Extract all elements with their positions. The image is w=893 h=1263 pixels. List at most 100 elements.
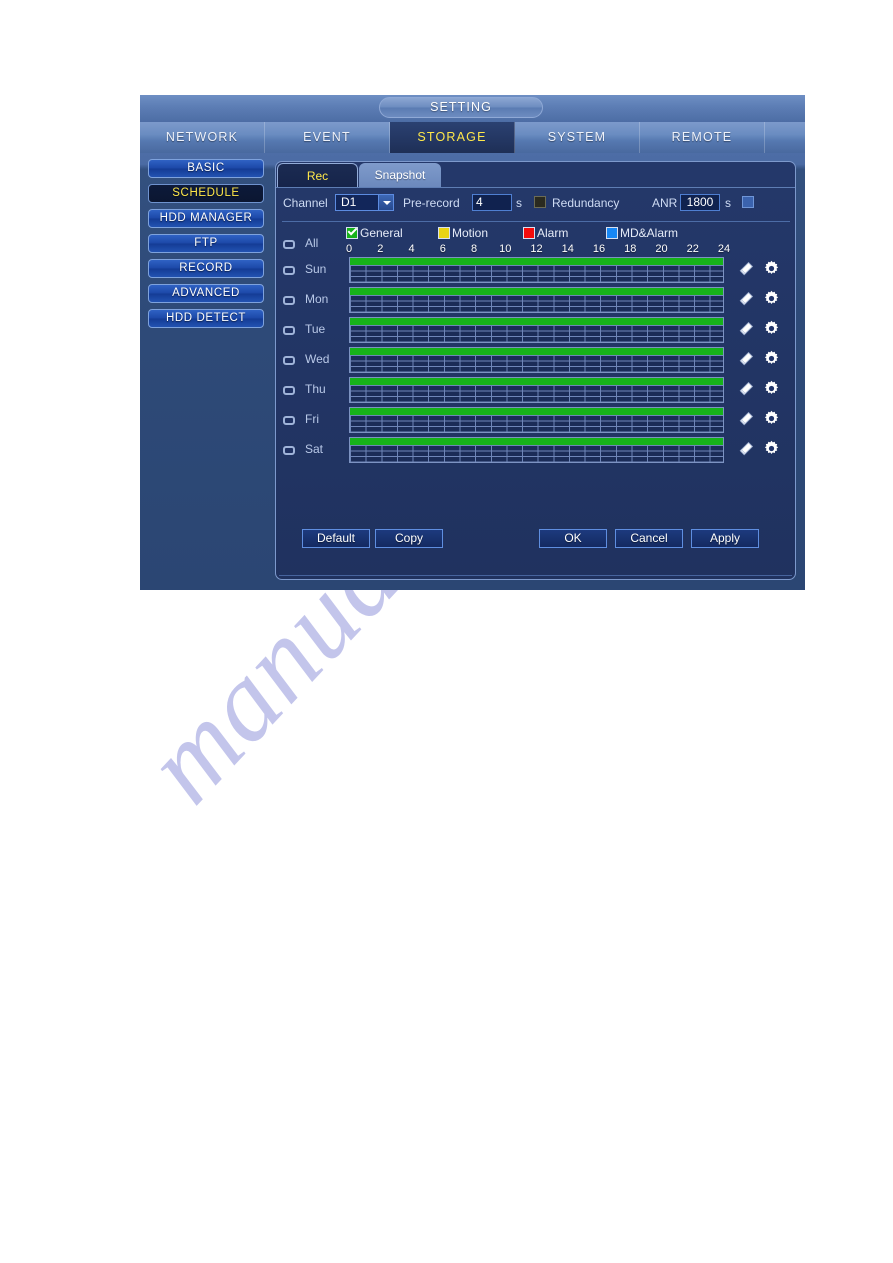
legend-label: MD&Alarm xyxy=(620,226,679,240)
eraser-icon[interactable] xyxy=(738,381,754,397)
timeline-track[interactable] xyxy=(349,287,724,313)
eraser-icon[interactable] xyxy=(738,291,754,307)
timeline-track[interactable] xyxy=(349,317,724,343)
timeline-track[interactable] xyxy=(349,407,724,433)
button-row[interactable]: Default Copy OK Cancel Apply xyxy=(276,529,797,551)
sidebar-item-hdd-manager[interactable]: HDD MANAGER xyxy=(148,209,264,228)
eraser-icon[interactable] xyxy=(738,441,754,457)
legend-swatch-checkbox[interactable] xyxy=(606,227,618,239)
timeline-scale: 0 2 4 6 8 10 12 14 16 18 20 22 24 xyxy=(276,243,797,257)
cancel-button[interactable]: Cancel xyxy=(615,529,683,548)
schedule-row-wed[interactable]: Wed xyxy=(276,347,797,377)
sidebar-item-basic[interactable]: BASIC xyxy=(148,159,264,178)
all-row-checkbox[interactable] xyxy=(283,240,295,249)
main-tab-storage[interactable]: STORAGE xyxy=(390,122,515,153)
schedule-rows[interactable]: Sun Mon Tue Wed Thu Fri Sat xyxy=(276,257,797,467)
legend-item-motion[interactable]: Motion xyxy=(438,226,488,240)
timeline-grid xyxy=(350,355,723,372)
sidebar-item-hdd-detect[interactable]: HDD DETECT xyxy=(148,309,264,328)
timeline-track[interactable] xyxy=(349,377,724,403)
apply-button[interactable]: Apply xyxy=(691,529,759,548)
dialog-body: BASIC SCHEDULE HDD MANAGER FTP RECORD ADVANCE… xyxy=(140,153,805,590)
panel-tab-snapshot[interactable]: Snapshot xyxy=(359,163,441,188)
anr-checkbox[interactable] xyxy=(742,196,754,208)
timeline-grid xyxy=(350,265,723,282)
timeline-tick-24: 24 xyxy=(717,243,731,255)
timeline-track[interactable] xyxy=(349,437,724,463)
row-checkbox-wed[interactable] xyxy=(283,356,295,365)
main-tab-event[interactable]: EVENT xyxy=(265,122,390,153)
timeline-track[interactable] xyxy=(349,347,724,373)
schedule-row-fri[interactable]: Fri xyxy=(276,407,797,437)
channel-select[interactable]: D1 xyxy=(335,194,394,211)
redundancy-checkbox[interactable] xyxy=(534,196,546,208)
schedule-row-thu[interactable]: Thu xyxy=(276,377,797,407)
schedule-row-sun[interactable]: Sun xyxy=(276,257,797,287)
timeline-track[interactable] xyxy=(349,257,724,283)
timeline-segment-general[interactable] xyxy=(350,378,723,385)
timeline-tick-18: 18 xyxy=(624,243,637,255)
row-checkbox-sat[interactable] xyxy=(283,446,295,455)
sidebar-item-schedule[interactable]: SCHEDULE xyxy=(148,184,264,203)
copy-button[interactable]: Copy xyxy=(375,529,443,548)
eraser-icon[interactable] xyxy=(738,411,754,427)
row-checkbox-fri[interactable] xyxy=(283,416,295,425)
timeline-grid xyxy=(350,415,723,432)
schedule-row-mon[interactable]: Mon xyxy=(276,287,797,317)
timeline-tick-20: 20 xyxy=(655,243,668,255)
timeline-tick-14: 14 xyxy=(561,243,574,255)
sidebar-item-ftp[interactable]: FTP xyxy=(148,234,264,253)
main-tab-network[interactable]: NETWORK xyxy=(140,122,265,153)
main-tab-bar[interactable]: NETWORK EVENT STORAGE SYSTEM REMOTE xyxy=(140,122,805,153)
gear-icon[interactable] xyxy=(763,410,780,427)
gear-icon[interactable] xyxy=(763,260,780,277)
anr-input[interactable]: 1800 xyxy=(680,194,720,211)
timeline-segment-general[interactable] xyxy=(350,288,723,295)
prerecord-label: Pre-record xyxy=(403,196,460,210)
schedule-row-sat[interactable]: Sat xyxy=(276,437,797,467)
main-tab-system[interactable]: SYSTEM xyxy=(515,122,640,153)
main-tab-remote[interactable]: REMOTE xyxy=(640,122,765,153)
timeline-tick-12: 12 xyxy=(530,243,543,255)
record-type-legend[interactable]: General Motion Alarm MD&Alarm xyxy=(276,225,797,243)
legend-item-general[interactable]: General xyxy=(346,225,403,240)
chevron-down-icon[interactable] xyxy=(378,195,393,210)
row-label: Sat xyxy=(305,442,324,456)
row-checkbox-thu[interactable] xyxy=(283,386,295,395)
timeline-grid xyxy=(350,445,723,462)
eraser-icon[interactable] xyxy=(738,321,754,337)
legend-swatch-checkbox[interactable] xyxy=(438,227,450,239)
legend-item-alarm[interactable]: Alarm xyxy=(523,226,568,240)
gear-icon[interactable] xyxy=(763,350,780,367)
timeline-segment-general[interactable] xyxy=(350,258,723,265)
sidebar-item-record[interactable]: RECORD xyxy=(148,259,264,278)
legend-label: Motion xyxy=(452,226,489,240)
gear-icon[interactable] xyxy=(763,440,780,457)
legend-swatch-checkbox[interactable] xyxy=(523,227,535,239)
gear-icon[interactable] xyxy=(763,290,780,307)
timeline-segment-general[interactable] xyxy=(350,438,723,445)
gear-icon[interactable] xyxy=(763,380,780,397)
schedule-row-tue[interactable]: Tue xyxy=(276,317,797,347)
legend-item-md-alarm[interactable]: MD&Alarm xyxy=(606,226,678,240)
row-checkbox-mon[interactable] xyxy=(283,296,295,305)
eraser-icon[interactable] xyxy=(738,351,754,367)
timeline-grid xyxy=(350,385,723,402)
timeline-segment-general[interactable] xyxy=(350,348,723,355)
setting-dialog: SETTING NETWORK EVENT STORAGE SYSTEM REMOTE … xyxy=(140,95,805,590)
page-root: manualshive.com SETTING NETWORKEVENTSTOR… xyxy=(0,0,893,1263)
sidebar-item-advanced[interactable]: ADVANCED xyxy=(148,284,264,303)
legend-swatch-checkbox[interactable] xyxy=(346,225,358,239)
ok-button[interactable]: OK xyxy=(539,529,607,548)
anr-label: ANR xyxy=(652,196,678,210)
gear-icon[interactable] xyxy=(763,320,780,337)
timeline-segment-general[interactable] xyxy=(350,408,723,415)
panel-tab-rec[interactable]: Rec xyxy=(277,163,358,188)
default-button[interactable]: Default xyxy=(302,529,370,548)
sidebar-menu[interactable]: BASIC SCHEDULE HDD MANAGER FTP RECORD ADVANCE… xyxy=(148,159,270,334)
timeline-segment-general[interactable] xyxy=(350,318,723,325)
prerecord-input[interactable]: 4 xyxy=(472,194,512,211)
row-checkbox-sun[interactable] xyxy=(283,266,295,275)
row-checkbox-tue[interactable] xyxy=(283,326,295,335)
eraser-icon[interactable] xyxy=(738,261,754,277)
